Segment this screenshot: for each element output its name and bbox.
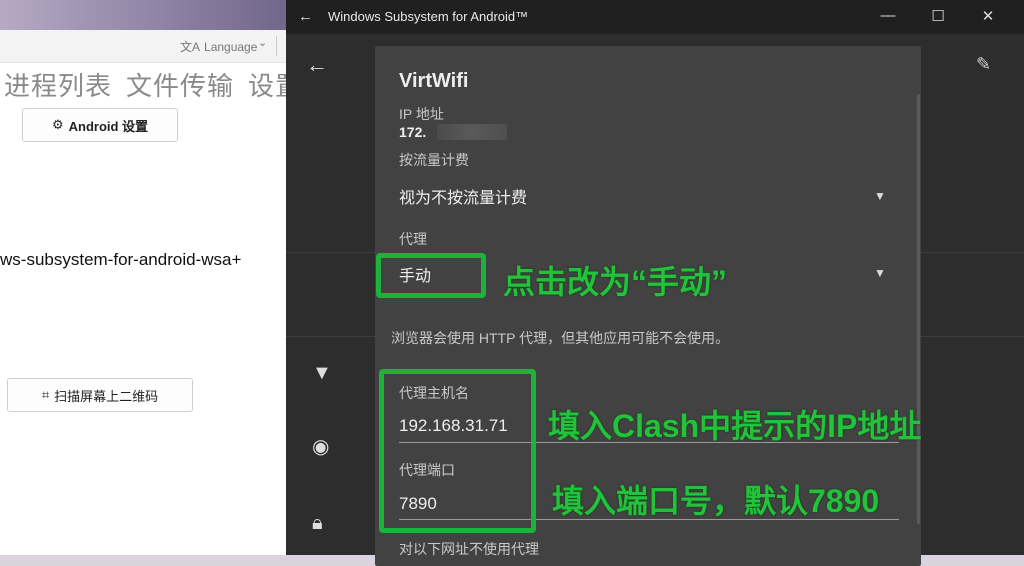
tab-process-list[interactable]: 进程列表 [4, 71, 112, 101]
back-arrow-icon[interactable]: ← [298, 8, 313, 25]
language-bar: 文A Language ⌄ [0, 30, 300, 63]
redacted-ip [437, 124, 507, 140]
gear-icon: ⚙ [51, 117, 64, 132]
metered-select[interactable]: 视为不按流量计费 [399, 184, 527, 208]
metered-label: 按流量计费 [399, 152, 469, 168]
annotation-proxy-hint: 点击改为“手动” [503, 264, 728, 300]
title-bar: ← Windows Subsystem for Android™ — ☐ ✕ [286, 0, 1024, 34]
annotation-box-host-port [379, 369, 536, 533]
scrollbar[interactable] [917, 94, 920, 524]
appbar-back-icon[interactable]: ← [306, 52, 328, 78]
window-title: Windows Subsystem for Android™ [328, 9, 529, 24]
close-button[interactable]: ✕ [978, 7, 998, 25]
bypass-label: 对以下网址不使用代理 [399, 541, 539, 557]
annotation-port-hint: 填入端口号，默认7890 [552, 483, 880, 519]
android-settings-button[interactable]: ⚙ Android 设置 [22, 108, 178, 142]
divider [276, 36, 277, 56]
tab-file-transfer[interactable]: 文件传输 [126, 71, 234, 101]
dropdown-arrow-icon[interactable]: ▼ [874, 266, 886, 280]
pencil-icon[interactable]: ✎ [976, 54, 991, 75]
ip-value: 172. [399, 124, 427, 140]
scan-qr-button[interactable]: ⌗ 扫描屏幕上二维码 [7, 378, 193, 412]
language-selector[interactable]: 文A Language [176, 38, 257, 55]
translate-icon: 文A [180, 40, 201, 54]
wifi-icon: ▼ [312, 362, 332, 384]
qr-scan-icon: ⌗ [41, 387, 50, 402]
hotspot-icon: ◉ [312, 436, 330, 458]
nav-tabs: 进程列表 文件传输 设置 [4, 66, 316, 103]
desktop-background [0, 0, 300, 30]
proxy-note: 浏览器会使用 HTTP 代理，但其他应用可能不会使用。 [391, 330, 730, 346]
dropdown-arrow-icon[interactable]: ▼ [874, 189, 886, 203]
lock-icon: 🔒︎ [312, 512, 323, 534]
network-name: VirtWifi [399, 70, 469, 92]
maximize-button[interactable]: ☐ [928, 7, 948, 25]
ip-label: IP 地址 [399, 106, 444, 122]
annotation-host-hint: 填入Clash中提示的IP地址 [548, 408, 922, 444]
minimize-button[interactable]: — [878, 7, 898, 24]
annotation-box-proxy [376, 253, 486, 298]
package-name-text: ws-subsystem-for-android-wsa+ [0, 250, 242, 269]
proxy-label: 代理 [399, 231, 427, 247]
chevron-down-icon[interactable]: ⌄ [258, 36, 267, 49]
background-app-window: 文A Language ⌄ 进程列表 文件传输 设置 ⚙ Android 设置 ws-… [0, 30, 301, 555]
